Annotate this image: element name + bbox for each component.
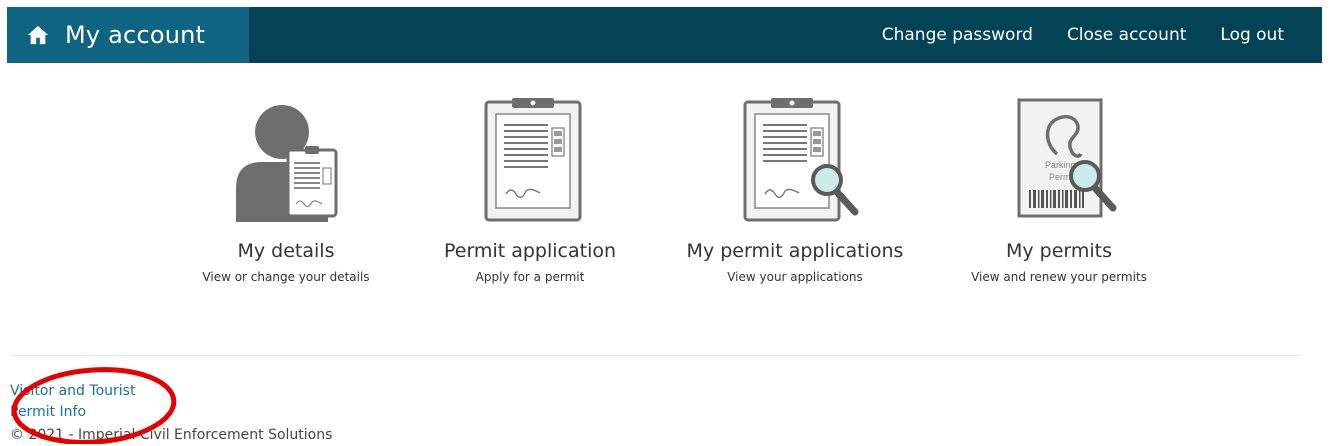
page-title: My account (65, 21, 206, 49)
tile-subtitle: Apply for a permit (475, 270, 585, 284)
user-details-icon (236, 105, 338, 222)
tile-subtitle: View your applications (727, 270, 863, 284)
tile-title: My details (237, 240, 335, 262)
tile-my-permit-applications[interactable]: My permit applications View your applica… (675, 96, 915, 284)
home-icon (27, 25, 49, 45)
tile-permit-application[interactable]: Permit application Apply for a permit (410, 96, 650, 284)
tile-my-permits[interactable]: Parking Permit My permits View and renew… (939, 96, 1179, 284)
header-links: Change password Close account Log out (882, 7, 1322, 63)
tile-title: My permits (1005, 240, 1113, 262)
tile-subtitle: View or change your details (202, 270, 370, 284)
home-link[interactable]: My account (7, 7, 249, 63)
account-tiles: My details View or change your details P… (0, 96, 1330, 296)
close-account-link[interactable]: Close account (1067, 25, 1186, 45)
copyright-text: © 2021 - Imperial Civil Enforcement Solu… (10, 427, 333, 443)
top-navbar: My account Change password Close account… (7, 7, 1322, 63)
permit-info-link-line2[interactable]: Permit Info (10, 404, 86, 420)
tile-title: My permit applications (686, 240, 904, 262)
visitor-tourist-link-line1[interactable]: Visitor and Tourist (10, 383, 135, 399)
tile-title: Permit application (443, 240, 617, 262)
parking-permit-icon: Parking Permit (1017, 98, 1117, 218)
log-out-link[interactable]: Log out (1220, 25, 1284, 45)
footer-divider (10, 355, 1300, 356)
clipboard-icon (484, 98, 582, 222)
tile-subtitle: View and renew your permits (971, 270, 1147, 284)
change-password-link[interactable]: Change password (882, 25, 1033, 45)
tile-my-details[interactable]: My details View or change your details (166, 96, 406, 284)
clipboard-search-icon (743, 98, 859, 222)
